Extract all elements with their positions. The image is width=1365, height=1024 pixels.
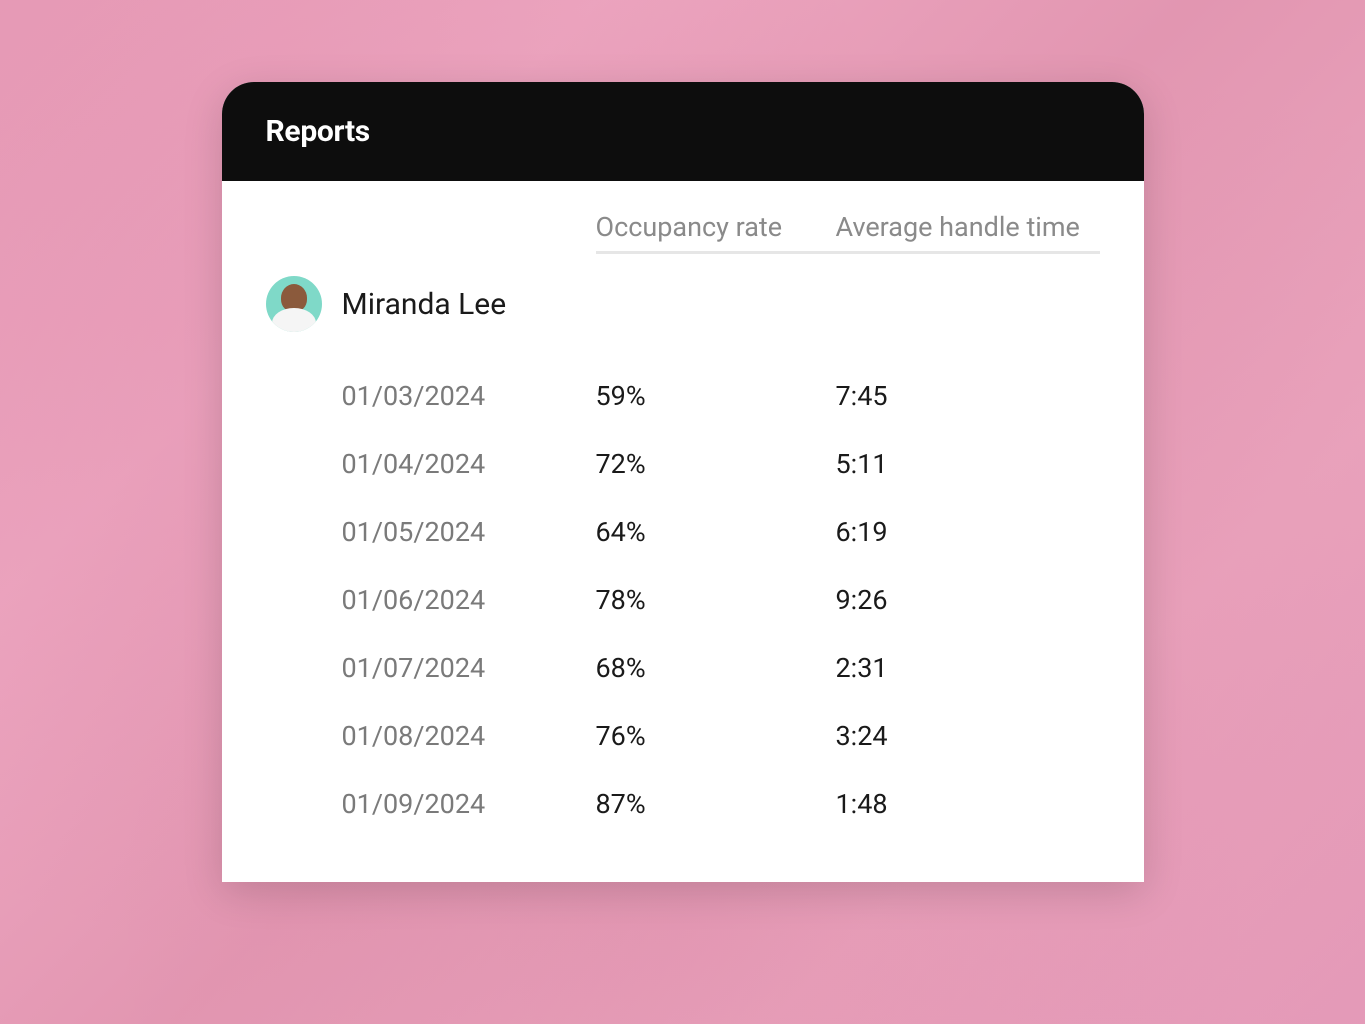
table-row: 01/03/202459%7:45 — [266, 362, 1100, 430]
table-row: 01/04/202472%5:11 — [266, 430, 1100, 498]
cell-aht: 5:11 — [836, 448, 1100, 480]
table-row: 01/06/202478%9:26 — [266, 566, 1100, 634]
cell-occupancy: 76% — [596, 720, 836, 752]
cell-aht: 3:24 — [836, 720, 1100, 752]
table-row: 01/09/202487%1:48 — [266, 770, 1100, 838]
cell-aht: 9:26 — [836, 584, 1100, 616]
cell-occupancy: 68% — [596, 652, 836, 684]
column-aht: Average handle time — [836, 211, 1100, 243]
page-title: Reports — [266, 114, 1100, 149]
cell-occupancy: 72% — [596, 448, 836, 480]
cell-aht: 1:48 — [836, 788, 1100, 820]
cell-occupancy: 64% — [596, 516, 836, 548]
card-header: Reports — [222, 82, 1144, 181]
agent-row: Miranda Lee — [266, 276, 1100, 332]
cell-occupancy: 59% — [596, 380, 836, 412]
table-row: 01/05/202464%6:19 — [266, 498, 1100, 566]
cell-date: 01/09/2024 — [266, 788, 596, 820]
avatar — [266, 276, 322, 332]
cell-aht: 7:45 — [836, 380, 1100, 412]
card-body: Occupancy rate Average handle time Miran… — [222, 181, 1144, 882]
cell-date: 01/06/2024 — [266, 584, 596, 616]
cell-date: 01/08/2024 — [266, 720, 596, 752]
cell-date: 01/04/2024 — [266, 448, 596, 480]
cell-occupancy: 78% — [596, 584, 836, 616]
table-row: 01/07/202468%2:31 — [266, 634, 1100, 702]
reports-card: Reports Occupancy rate Average handle ti… — [222, 82, 1144, 882]
table-header: Occupancy rate Average handle time — [266, 211, 1100, 243]
agent-name: Miranda Lee — [342, 287, 507, 322]
cell-date: 01/07/2024 — [266, 652, 596, 684]
cell-date: 01/05/2024 — [266, 516, 596, 548]
table-row: 01/08/202476%3:24 — [266, 702, 1100, 770]
header-underline — [266, 251, 1100, 254]
cell-occupancy: 87% — [596, 788, 836, 820]
column-occupancy: Occupancy rate — [596, 211, 836, 243]
cell-aht: 6:19 — [836, 516, 1100, 548]
cell-date: 01/03/2024 — [266, 380, 596, 412]
cell-aht: 2:31 — [836, 652, 1100, 684]
